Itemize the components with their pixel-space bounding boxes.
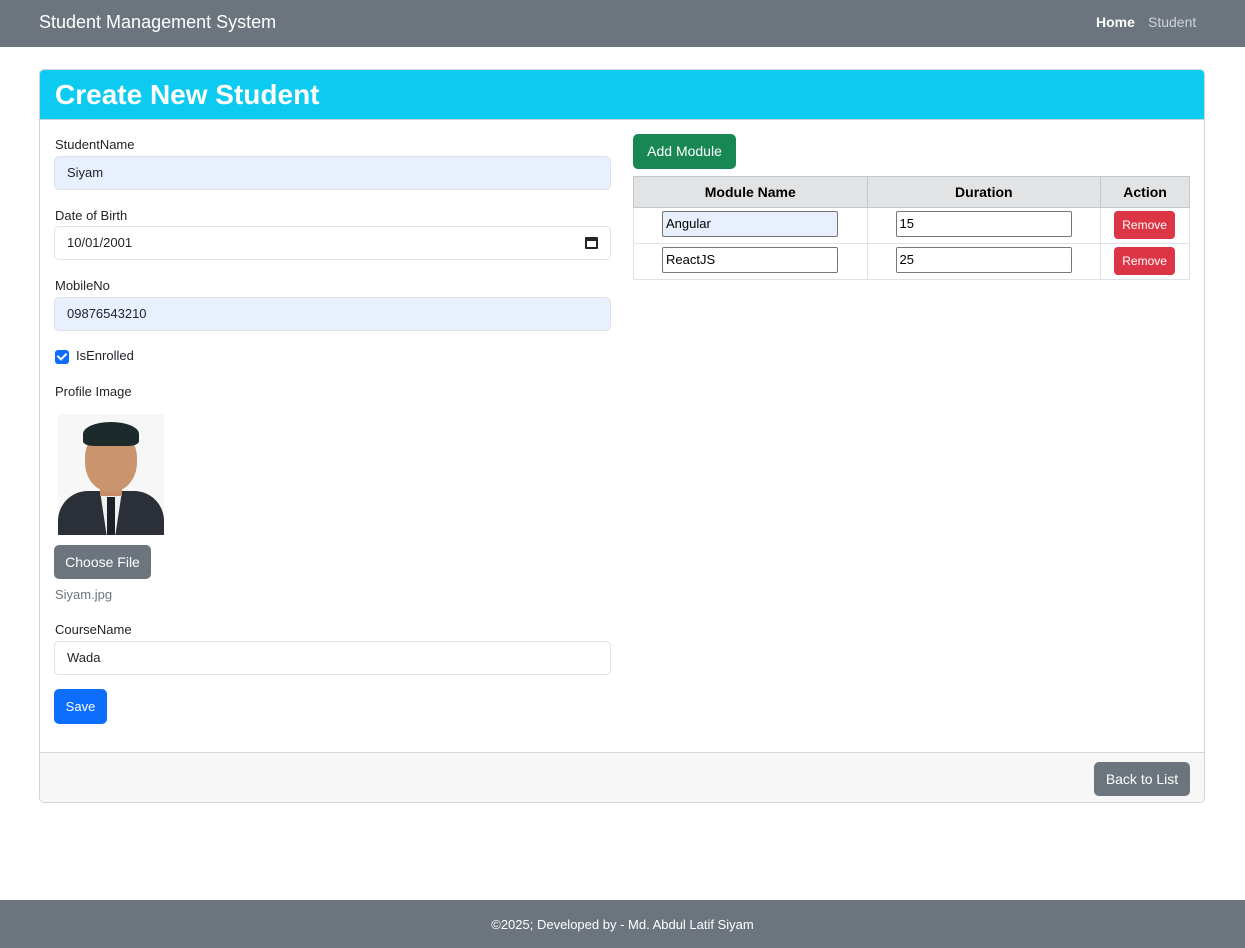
is-enrolled-label[interactable]: IsEnrolled	[76, 348, 134, 363]
course-name-label: CourseName	[55, 622, 132, 637]
back-to-list-button[interactable]: Back to List	[1094, 762, 1190, 796]
duration-input[interactable]: 15	[895, 211, 1072, 237]
course-name-input[interactable]: Wada	[54, 641, 611, 675]
create-student-card: Create New Student StudentName Siyam Dat…	[39, 69, 1205, 803]
nav-link-student[interactable]: Student	[1148, 14, 1196, 30]
module-name-cell: ReactJS	[633, 243, 868, 280]
student-name-input[interactable]: Siyam	[54, 156, 611, 190]
action-cell: Remove	[1100, 207, 1190, 244]
dob-value: 10/01/2001	[67, 235, 133, 250]
column-header-duration: Duration	[866, 176, 1102, 208]
selected-file-name: Siyam.jpg	[55, 587, 113, 602]
page-footer: ©2025; Developed by - Md. Abdul Latif Si…	[0, 900, 1245, 948]
mobile-input[interactable]: 09876543210	[54, 297, 611, 331]
student-name-label: StudentName	[55, 137, 135, 152]
column-header-module-name: Module Name	[633, 176, 868, 208]
calendar-icon[interactable]	[585, 237, 598, 249]
duration-input[interactable]: 25	[895, 247, 1072, 273]
duration-cell: 25	[866, 243, 1102, 280]
nav-link-home[interactable]: Home	[1096, 14, 1135, 30]
add-module-button[interactable]: Add Module	[633, 134, 736, 169]
dob-input[interactable]: 10/01/2001	[54, 226, 611, 260]
save-button[interactable]: Save	[54, 689, 107, 724]
module-name-cell: Angular	[633, 207, 868, 244]
top-navbar: Student Management System Home Student	[0, 0, 1245, 47]
dob-label: Date of Birth	[55, 208, 128, 223]
action-cell: Remove	[1100, 243, 1190, 280]
photo-tie	[107, 497, 115, 535]
profile-image-label: Profile Image	[55, 384, 132, 399]
photo-hair	[83, 422, 139, 446]
profile-image-preview	[58, 414, 164, 535]
table-row: Angular 15 Remove	[633, 207, 1190, 244]
modules-table: Module Name Duration Action Angular 15 R…	[633, 176, 1190, 280]
is-enrolled-checkbox[interactable]	[55, 350, 69, 364]
choose-file-button[interactable]: Choose File	[54, 545, 151, 579]
duration-cell: 15	[866, 207, 1102, 244]
navbar-brand[interactable]: Student Management System	[39, 12, 276, 33]
column-header-action: Action	[1100, 176, 1190, 208]
module-name-input[interactable]: Angular	[662, 211, 838, 237]
module-name-input[interactable]: ReactJS	[662, 247, 838, 273]
page-title: Create New Student	[55, 79, 320, 110]
table-row: ReactJS 25 Remove	[633, 243, 1190, 280]
remove-module-button[interactable]: Remove	[1114, 247, 1176, 275]
card-footer: Back to List	[40, 752, 1204, 802]
mobile-label: MobileNo	[55, 278, 110, 293]
table-header-row: Module Name Duration Action	[633, 176, 1190, 208]
remove-module-button[interactable]: Remove	[1114, 211, 1176, 239]
card-header: Create New Student	[40, 70, 1204, 120]
